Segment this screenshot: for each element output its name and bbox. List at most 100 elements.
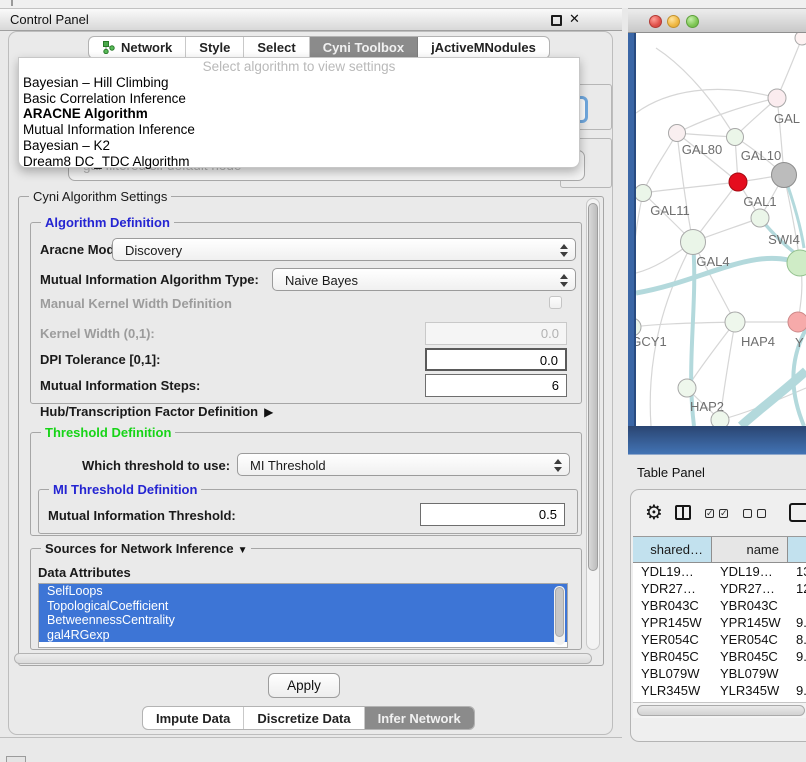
data-attributes-list[interactable]: SelfLoopsTopologicalCoefficientBetweenne… (38, 583, 568, 648)
list-vertical-scrollbar[interactable] (554, 586, 565, 645)
collapse-down-icon: ▼ (238, 545, 248, 556)
column-header[interactable]: name (712, 537, 788, 563)
scroll-thumb[interactable] (637, 705, 805, 716)
network-node-GAL4[interactable] (681, 230, 706, 255)
network-node-GAL10[interactable] (727, 129, 744, 146)
table-cell (788, 665, 806, 682)
float-window-icon[interactable] (551, 15, 562, 26)
tab-jactivemnodules[interactable]: jActiveMNodules (418, 37, 549, 58)
network-edge[interactable] (643, 133, 677, 193)
tab-cyni-toolbox[interactable]: Cyni Toolbox (310, 37, 418, 58)
tab-style[interactable]: Style (186, 37, 244, 58)
network-edge[interactable] (636, 193, 643, 327)
network-frame-left (628, 33, 636, 455)
network-node-SWI4[interactable] (751, 209, 769, 227)
network-window-titlebar (628, 8, 806, 33)
dropdown-item[interactable]: Dream8 DC_TDC Algorithm (19, 154, 579, 170)
attribute-list-item[interactable]: TopologicalCoefficient (39, 599, 567, 614)
network-node[interactable] (711, 411, 729, 426)
network-node-GAL11[interactable] (636, 185, 652, 202)
network-node-HAP2[interactable] (678, 379, 696, 397)
checked-checkbox-icon[interactable]: ✓ (705, 509, 714, 518)
tab-infer-network[interactable]: Infer Network (365, 707, 474, 729)
attribute-list-item[interactable]: BetweennessCentrality (39, 613, 567, 628)
attribute-list-item[interactable]: gal4RGexp (39, 628, 567, 643)
attribute-list-item[interactable]: SelfLoops (39, 584, 567, 599)
network-node-GAL80[interactable] (669, 125, 686, 142)
dropdown-item[interactable]: Bayesian – Hill Climbing (19, 75, 579, 91)
network-edge[interactable] (636, 322, 735, 327)
tab-select[interactable]: Select (244, 37, 309, 58)
settings-vertical-scrollbar[interactable] (586, 198, 600, 650)
network-edge[interactable] (677, 98, 777, 133)
table-row[interactable]: YBR043CYBR043C (633, 597, 806, 614)
network-node-label: GAL4 (696, 254, 729, 269)
aracne-mode-select[interactable]: Discovery (112, 238, 576, 261)
table-row[interactable]: YER054CYER054C8. (633, 631, 806, 648)
table-row[interactable]: YBL079WYBL079W (633, 665, 806, 682)
sources-toggle[interactable]: Sources for Network Inference▼ (41, 541, 251, 556)
mi-steps-field[interactable]: 6 (425, 374, 567, 397)
apply-button[interactable]: Apply (268, 673, 340, 698)
dropdown-items: Bayesian – Hill ClimbingBasic Correlatio… (19, 75, 579, 169)
unchecked-checkbox-icon[interactable] (757, 509, 766, 518)
tab-impute-data[interactable]: Impute Data (143, 707, 244, 729)
table-header-row: shared…name (633, 537, 806, 563)
table-mode-icon[interactable] (789, 503, 806, 522)
kernel-width-field[interactable]: 0.0 (425, 322, 567, 345)
dpi-tolerance-field[interactable]: 0.0 (425, 348, 567, 371)
mi-threshold-field[interactable]: 0.5 (420, 503, 565, 526)
network-node[interactable] (795, 33, 806, 45)
which-threshold-select[interactable]: MI Threshold (237, 453, 570, 476)
dropdown-item[interactable]: Mutual Information Inference (19, 122, 579, 138)
table-cell: 8. (788, 631, 806, 648)
column-header[interactable] (788, 537, 806, 563)
network-edge[interactable] (636, 89, 777, 113)
stepper-icon (560, 243, 569, 258)
dropdown-placeholder: Select algorithm to view settings (19, 59, 579, 75)
manual-kernel-label: Manual Kernel Width Definition (40, 296, 232, 311)
unchecked-checkbox-icon[interactable] (743, 509, 752, 518)
network-edge[interactable] (643, 182, 738, 193)
manual-kernel-checkbox[interactable] (549, 296, 562, 309)
table-row[interactable]: YDL19…YDL19…13 (633, 563, 806, 580)
table-row[interactable]: YDR27…YDR27…12 (633, 580, 806, 597)
scroll-thumb[interactable] (555, 587, 564, 637)
mi-algorithm-type-select[interactable]: Naive Bayes (272, 268, 576, 291)
zoom-traffic-light-icon[interactable] (686, 15, 699, 28)
dropdown-item[interactable]: Bayesian – K2 (19, 138, 579, 154)
close-icon[interactable]: ✕ (569, 11, 580, 27)
tab-network[interactable]: Network (89, 37, 186, 58)
settings-horizontal-scrollbar[interactable] (14, 653, 592, 664)
table-toolbar: ⚙ ✓ ✓ (631, 490, 806, 536)
close-traffic-light-icon[interactable] (649, 15, 662, 28)
table-cell: YBR043C (633, 597, 712, 614)
dropdown-item[interactable]: Basic Correlation Inference (19, 91, 579, 107)
scroll-thumb[interactable] (588, 203, 598, 571)
network-node-GAL[interactable] (768, 89, 786, 107)
table-cell: 13 (788, 563, 806, 580)
table-row[interactable]: YLR345WYLR345W9. (633, 682, 806, 699)
table-row[interactable]: YPR145WYPR145W9. (633, 614, 806, 631)
gear-icon[interactable]: ⚙ (645, 500, 663, 525)
tab-discretize-data[interactable]: Discretize Data (244, 707, 364, 729)
hub-definition-toggle[interactable]: Hub/Transcription Factor Definition▶ (40, 404, 273, 419)
columns-icon[interactable] (675, 505, 691, 520)
table-panel: ⚙ ✓ ✓ shared…name YDL19…YDL19…13YDR27…YD… (630, 489, 806, 742)
network-node[interactable] (787, 250, 806, 276)
checked-checkbox-icon[interactable]: ✓ (719, 509, 728, 518)
network-node[interactable] (772, 163, 797, 188)
minimized-panel-stub[interactable] (6, 756, 26, 762)
dropdown-item[interactable]: ARACNE Algorithm (19, 106, 579, 122)
table-row[interactable]: YBR045CYBR045C9. (633, 648, 806, 665)
table-cell: YBL079W (712, 665, 788, 682)
network-edge[interactable] (777, 38, 802, 98)
network-node-GAL1[interactable] (729, 173, 747, 191)
minimize-traffic-light-icon[interactable] (667, 15, 680, 28)
table-horizontal-scrollbar[interactable] (633, 702, 806, 718)
network-canvas[interactable]: GALGAL80GAL10GAL1GAL11SWI4GAL4GCY1HAP4YH… (636, 33, 806, 426)
column-header[interactable]: shared… (633, 537, 712, 563)
network-node-Y[interactable] (788, 312, 806, 332)
algorithm-dropdown-popup: Select algorithm to view settings Bayesi… (18, 57, 580, 168)
network-node-HAP4[interactable] (725, 312, 745, 332)
